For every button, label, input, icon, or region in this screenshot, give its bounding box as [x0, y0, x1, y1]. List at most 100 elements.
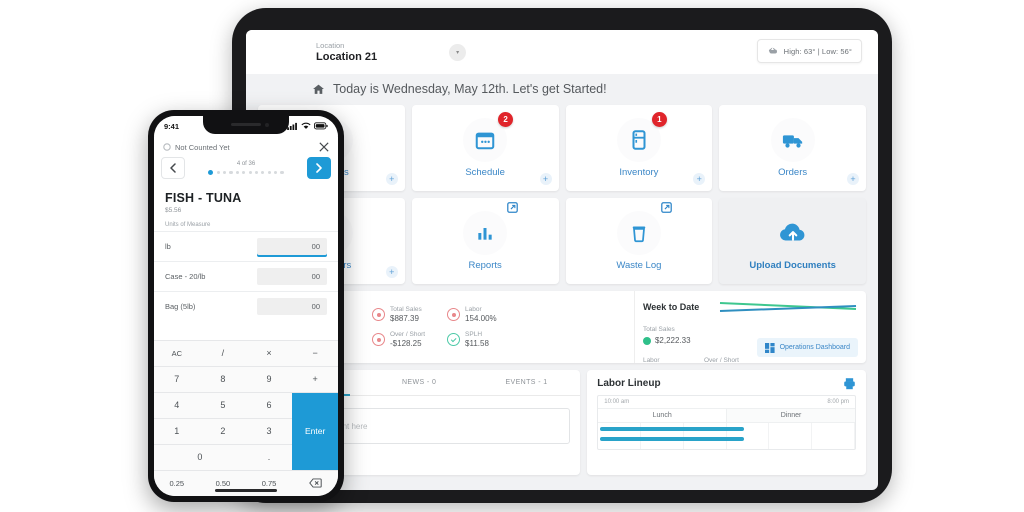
key-enter[interactable]: Enter: [292, 392, 338, 470]
cloud-upload-icon: [771, 211, 815, 255]
units-of-measure-label: Units of Measure: [165, 222, 211, 228]
start-time: 10:00 am: [604, 399, 630, 405]
uom-name: lb: [165, 242, 171, 251]
greeting-row: Today is Wednesday, May 12th. Let's get …: [246, 74, 878, 105]
phone-header-title: Not Counted Yet: [175, 142, 230, 152]
weather-text: High: 63° | Low: 56°: [783, 46, 852, 56]
metric-value: -$128.25: [390, 338, 422, 348]
key-1[interactable]: 1: [154, 418, 200, 444]
tile-schedule[interactable]: 2 Schedule +: [411, 105, 559, 191]
bar-chart-icon: [463, 202, 518, 255]
uom-row-lb[interactable]: lb 00: [154, 231, 338, 261]
uom-row-bag[interactable]: Bag (5lb) 00: [154, 291, 338, 321]
cloud-icon: [767, 47, 778, 56]
tab-events[interactable]: EVENTS - 1: [473, 370, 580, 395]
uom-row-case[interactable]: Case - 20/lb 00: [154, 261, 338, 291]
metric-value: $11.58: [465, 338, 489, 348]
key-4[interactable]: 4: [154, 392, 200, 418]
status-time: 9:41: [164, 121, 180, 131]
uom-name: Case - 20/lb: [165, 272, 206, 281]
tile-badge: 2: [498, 112, 514, 127]
tile-reports[interactable]: Reports: [411, 198, 559, 284]
pagination-dots: [208, 170, 284, 175]
tile-add-button[interactable]: +: [385, 266, 398, 278]
key-5[interactable]: 5: [200, 392, 246, 418]
key-minus[interactable]: −: [292, 340, 338, 366]
operations-dashboard-button[interactable]: Operations Dashboard: [756, 338, 858, 357]
uom-input[interactable]: 00: [257, 268, 327, 285]
location-label: Location: [316, 41, 345, 50]
tile-label: Orders: [778, 167, 808, 178]
key-8[interactable]: 8: [200, 366, 246, 392]
trash-icon: [616, 202, 672, 255]
tile-label: Waste Log: [616, 260, 662, 271]
key-multiply[interactable]: ×: [246, 340, 292, 366]
location-value: Location 21: [316, 51, 378, 63]
key-half[interactable]: 0.50: [200, 470, 246, 496]
metric-total-sales: Total Sales $887.39: [372, 306, 425, 324]
key-0[interactable]: 0: [154, 444, 246, 470]
dashboard-grid-icon: [764, 342, 775, 353]
tile-label: Schedule: [465, 167, 505, 178]
numeric-keypad: AC / × − 7 8 9 + 4 5 6 Enter 1 2 3 0 . 0…: [154, 340, 338, 496]
prev-item-button[interactable]: [161, 157, 185, 179]
wtd-sales-label: Total Sales: [642, 326, 675, 333]
metric-label: Labor: [465, 305, 482, 313]
legend-dot-sales: [642, 336, 651, 345]
wtd-os-label: Over / Short: [703, 357, 739, 363]
printer-icon[interactable]: [843, 377, 856, 390]
key-divide[interactable]: /: [200, 340, 246, 366]
home-indicator: [215, 489, 277, 492]
next-item-button[interactable]: [307, 157, 331, 179]
metric-label: Total Sales: [390, 305, 422, 313]
metric-label: Over / Short: [390, 330, 426, 338]
tile-label: Inventory: [619, 167, 659, 178]
key-ac[interactable]: AC: [154, 340, 200, 366]
tile-label: Upload Documents: [749, 260, 836, 271]
alert-circle-icon: [372, 333, 385, 346]
location-selector[interactable]: Location Location 21: [316, 40, 377, 64]
front-camera: [265, 123, 269, 127]
tile-waste-log[interactable]: Waste Log: [565, 198, 713, 284]
product-price: $5.56: [165, 207, 182, 214]
tile-upload-documents[interactable]: Upload Documents: [719, 198, 866, 284]
external-link-icon: [507, 202, 518, 213]
key-9[interactable]: 9: [246, 366, 292, 392]
product-info: FISH - TUNA $5.56 Units of Measure: [154, 185, 338, 228]
truck-icon: [770, 118, 815, 162]
tile-add-button[interactable]: +: [385, 173, 398, 185]
key-3[interactable]: 3: [246, 418, 292, 444]
tile-add-button[interactable]: +: [847, 173, 859, 185]
uom-input[interactable]: 00: [257, 298, 327, 315]
tile-orders[interactable]: Orders +: [719, 105, 866, 191]
key-three-quarter[interactable]: 0.75: [246, 470, 292, 496]
metric-column-2: Labor 154.00% SPLH $11.58: [447, 306, 497, 349]
bottom-panels: COMMENTS - 1 NEWS - 0 EVENTS - 1 Comment…: [258, 370, 866, 475]
metric-over-short: Over / Short -$128.25: [372, 331, 425, 349]
tile-add-button[interactable]: +: [539, 173, 552, 185]
phone-item-nav: 4 of 36: [154, 157, 338, 185]
close-icon[interactable]: [319, 142, 329, 152]
labor-lineup-chart: 10:00 am 8:00 pm Lunch Dinner: [597, 395, 856, 450]
meal-dinner: Dinner: [727, 409, 856, 422]
labor-bar: [600, 437, 745, 441]
tile-inventory[interactable]: 1 Inventory +: [565, 105, 713, 191]
tab-news[interactable]: NEWS - 0: [365, 370, 472, 395]
backspace-icon: [308, 478, 322, 488]
key-2[interactable]: 2: [200, 418, 246, 444]
key-quarter[interactable]: 0.25: [154, 470, 200, 496]
labor-lineup-header: Labor Lineup: [587, 370, 866, 395]
key-decimal[interactable]: .: [246, 444, 292, 470]
key-7[interactable]: 7: [154, 366, 200, 392]
key-6[interactable]: 6: [246, 392, 292, 418]
uom-input[interactable]: 00: [257, 238, 327, 255]
item-counter-area: 4 of 36: [190, 161, 302, 175]
alert-circle-icon: [447, 308, 461, 321]
metric-value: 154.00%: [465, 313, 497, 323]
metric-value: $887.39: [390, 313, 419, 323]
key-backspace[interactable]: [292, 470, 338, 496]
chevron-down-icon[interactable]: ▾: [449, 43, 467, 61]
tile-add-button[interactable]: +: [693, 173, 706, 185]
key-plus[interactable]: +: [292, 366, 338, 392]
wifi-icon: [301, 122, 311, 130]
